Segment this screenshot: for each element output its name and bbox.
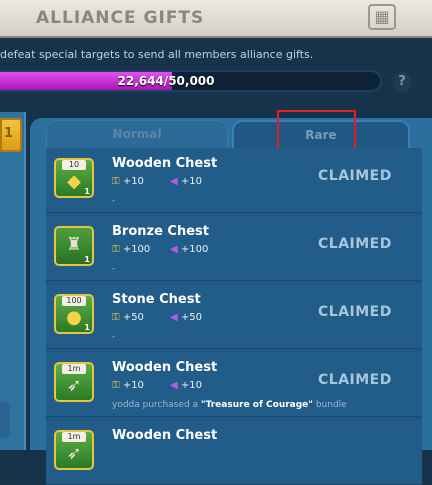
claimed-status: CLAIMED [318,168,392,184]
gift-row: ♜ 1 Bronze Chest ⚿ +100 ◀ +100 - CLAIMED [46,216,422,281]
gift-row: 1m ➶ Wooden Chest ⚿ +10 ◀ +10 yodda purc… [46,352,422,417]
gift-row: 1m ➶ Wooden Chest [46,420,422,485]
chest-qty: 1 [84,323,90,332]
scroll-icon: ➶ [66,375,82,396]
gift-row: 100 ● 1 Stone Chest ⚿ +50 ◀ +50 - CLAIME… [46,284,422,349]
gift-note: - [112,264,116,274]
chest-badge: 10 [62,160,86,170]
key-amount: +50 [122,312,144,323]
chest-name: Wooden Chest [112,360,218,375]
key-amount: +10 [122,176,144,187]
chest-qty: 1 [84,187,90,196]
gift-note: yodda purchased a "Treasure of Courage" … [112,400,347,410]
subtitle: defeat special targets to send all membe… [0,48,314,61]
gem-amount: +100 [180,244,209,255]
chest-badge: 100 [62,296,86,306]
chest-badge: 1m [62,432,86,442]
chest-coin-icon: 100 ● 1 [54,294,94,334]
tab-normal[interactable]: Normal [46,120,228,148]
title-bar: ALLIANCE GIFTS ▦ [0,0,432,38]
key-icon: ⚿ [112,380,120,391]
gem-icon: ◀ [170,244,178,255]
gift-note: - [112,332,116,342]
side-panel [0,112,26,450]
level-ribbon: 1 [0,118,22,152]
chest-name: Stone Chest [112,292,201,307]
chest-qty: 1 [84,255,90,264]
gem-amount: +10 [180,176,202,187]
note-prefix: yodda purchased a [112,400,201,410]
gem-icon: ◀ [170,312,178,323]
key-icon: ⚿ [112,244,120,255]
claimed-status: CLAIMED [318,236,392,252]
key-reward: ⚿ +50 [112,312,144,323]
gem-amount: +10 [180,380,202,391]
key-amount: +10 [122,380,144,391]
highlight-box [277,110,356,150]
key-reward: ⚿ +10 [112,380,144,391]
claimed-status: CLAIMED [318,304,392,320]
page-title: ALLIANCE GIFTS [36,8,205,28]
note-bundle: "Treasure of Courage" [200,400,313,410]
gem-amount: +50 [180,312,202,323]
key-icon: ⚿ [112,312,120,323]
key-icon: ⚿ [112,176,120,187]
gem-reward: ◀ +10 [170,380,202,391]
chest-scroll-icon: 1m ➶ [54,430,94,470]
tower-icon: ♜ [65,234,83,255]
ribbon-label: 1 [4,126,14,141]
chest-name: Bronze Chest [112,224,209,239]
note-suffix: bundle [312,400,347,410]
gift-row: 10 ◆ 1 Wooden Chest ⚿ +10 ◀ +10 - CLAIME… [46,148,422,213]
chest-crystal-icon: 10 ◆ 1 [54,158,94,198]
chest-scroll-icon: 1m ➶ [54,362,94,402]
gem-reward: ◀ +10 [170,176,202,187]
help-icon[interactable]: ? [392,72,412,92]
gift-list: 10 ◆ 1 Wooden Chest ⚿ +10 ◀ +10 - CLAIME… [46,148,422,485]
side-panel-tab[interactable] [0,402,10,438]
scroll-icon: ➶ [66,443,82,464]
ornament-icon: ▦ [368,4,396,30]
claimed-status: CLAIMED [318,372,392,388]
key-reward: ⚿ +10 [112,176,144,187]
gem-icon: ◀ [170,176,178,187]
chest-tower-icon: ♜ 1 [54,226,94,266]
chest-name: Wooden Chest [112,428,218,443]
gift-note: - [112,196,116,206]
gem-reward: ◀ +100 [170,244,208,255]
gem-icon: ◀ [170,380,178,391]
gem-reward: ◀ +50 [170,312,202,323]
gift-progress-bar: 22,644/50,000 [0,70,382,92]
key-reward: ⚿ +100 [112,244,150,255]
progress-label: 22,644/50,000 [117,74,215,88]
key-amount: +100 [122,244,151,255]
chest-name: Wooden Chest [112,156,218,171]
chest-badge: 1m [62,364,86,374]
